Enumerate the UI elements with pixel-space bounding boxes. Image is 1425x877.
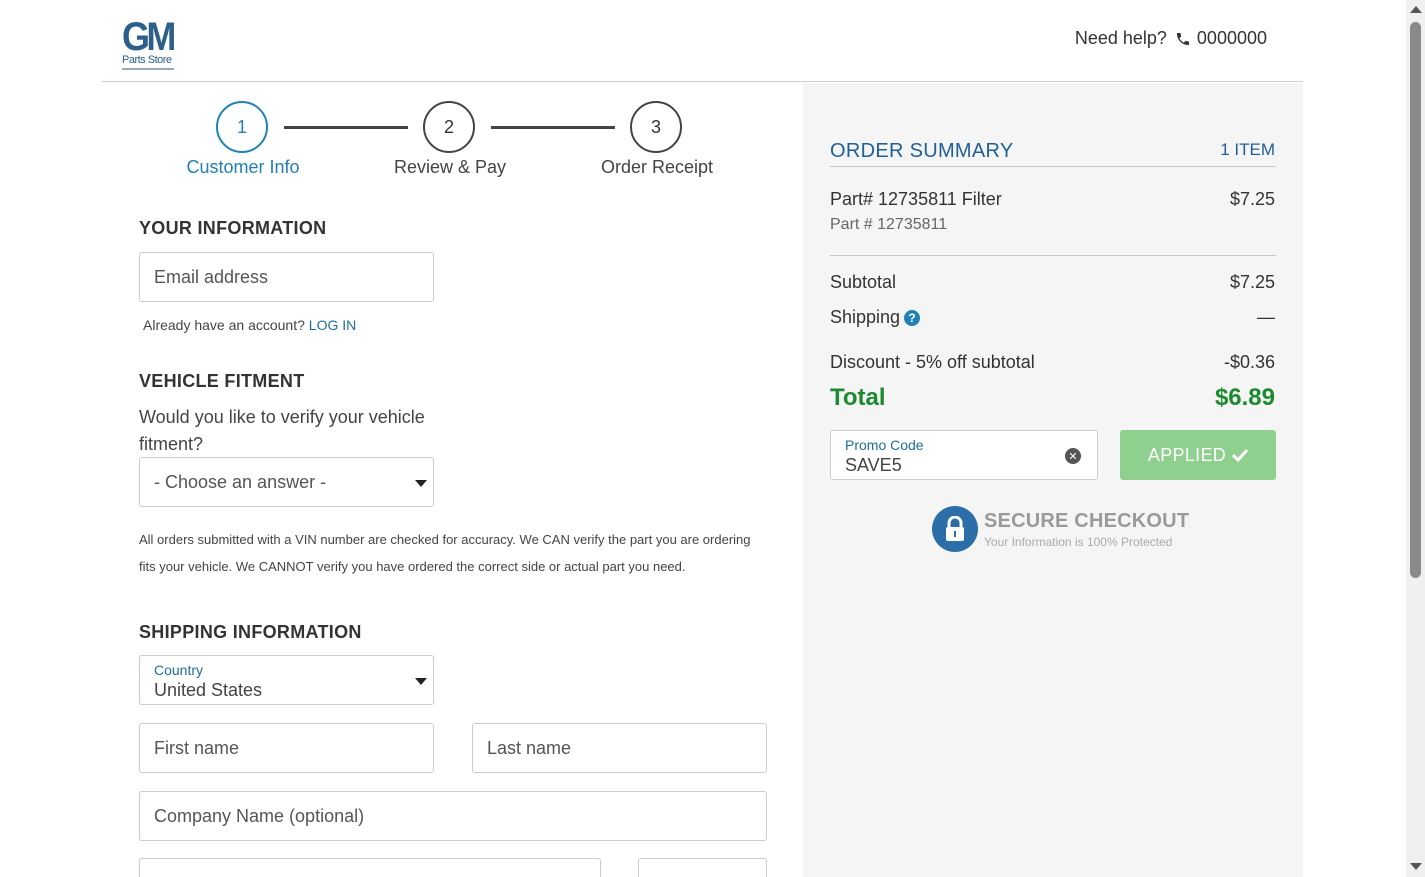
item-count[interactable]: 1 ITEM	[1220, 140, 1275, 160]
subtotal-label: Subtotal	[830, 272, 897, 292]
promo-code-value: SAVE5	[845, 455, 902, 475]
first-name-placeholder: First name	[154, 738, 240, 758]
step-connector	[491, 126, 615, 129]
login-link[interactable]: LOG IN	[309, 317, 356, 333]
phone-number: 0000000	[1196, 28, 1267, 48]
fitment-question: Would you like to verify your vehicle fi…	[139, 407, 425, 454]
vin-note: All orders submitted with a VIN number a…	[139, 532, 751, 574]
promo-code-field[interactable]: Promo Code SAVE5 ✕	[830, 430, 1098, 480]
company-name-field[interactable]: Company Name (optional)	[139, 791, 767, 841]
phone-icon	[1176, 32, 1189, 45]
scrollbar-thumb[interactable]	[1410, 22, 1421, 578]
item-part-number: Part # 12735811	[830, 216, 948, 233]
scroll-up-icon[interactable]	[1410, 6, 1422, 13]
vehicle-fitment-heading: VEHICLE FITMENT	[139, 371, 305, 391]
step-1-label: Customer Info	[186, 157, 300, 177]
gm-parts-store-logo[interactable]: GM Parts Store	[122, 17, 182, 73]
step-1-circle: 1	[216, 101, 268, 153]
company-name-placeholder: Company Name (optional)	[154, 806, 365, 826]
step-3-circle: 3	[630, 101, 682, 153]
item-name: Part# 12735811 Filter	[830, 189, 1002, 209]
secure-checkout-badge: SECURE CHECKOUT Your Information is 100%…	[932, 506, 1189, 552]
account-prompt-text: Already have an account?	[143, 317, 305, 333]
discount-label: Discount - 5% off subtotal	[830, 352, 1035, 372]
step-2-label: Review & Pay	[393, 157, 507, 177]
promo-code-label: Promo Code	[845, 437, 924, 453]
chevron-down-icon	[415, 480, 427, 487]
subtotal-value: $7.25	[1229, 272, 1275, 292]
step-2-circle: 2	[423, 101, 475, 153]
secure-checkout-subtitle: Your Information is 100% Protected	[984, 534, 1173, 549]
shipping-row: Shipping?	[830, 307, 921, 328]
fitment-select-value: - Choose an answer -	[154, 472, 327, 492]
shipping-value: —	[1257, 307, 1275, 327]
step-connector	[284, 126, 408, 129]
lock-icon	[932, 506, 978, 552]
secure-checkout-title: SECURE CHECKOUT	[984, 509, 1190, 532]
address-line-2-field[interactable]	[638, 858, 767, 877]
step-3-label: Order Receipt	[600, 157, 714, 177]
help-icon[interactable]: ?	[904, 310, 921, 326]
your-information-heading: YOUR INFORMATION	[139, 218, 327, 238]
account-prompt: Already have an account? LOG IN	[143, 317, 356, 333]
chevron-down-icon	[415, 678, 427, 685]
country-select[interactable]: Country United States	[139, 655, 434, 705]
logo-tagline	[122, 68, 174, 70]
email-field[interactable]: Email address	[139, 252, 434, 302]
country-value: United States	[154, 680, 263, 700]
applied-label: APPLIED	[1147, 444, 1227, 465]
first-name-field[interactable]: First name	[139, 723, 434, 773]
step-number: 3	[650, 116, 661, 137]
last-name-placeholder: Last name	[487, 738, 572, 758]
site-header: GM Parts Store Need help? 0000000	[102, 0, 1303, 82]
last-name-field[interactable]: Last name	[472, 723, 767, 773]
email-placeholder: Email address	[154, 267, 269, 287]
vertical-scrollbar[interactable]	[1406, 0, 1425, 877]
divider	[830, 255, 1276, 256]
total-value: $6.89	[1214, 384, 1275, 411]
help-contact: Need help? 0000000	[1075, 28, 1267, 49]
address-field[interactable]	[139, 858, 601, 877]
need-help-text: Need help?	[1074, 28, 1167, 48]
logo-text: GM	[122, 15, 176, 59]
step-number: 1	[236, 116, 247, 137]
shipping-information-heading: SHIPPING INFORMATION	[139, 622, 362, 642]
item-price: $7.25	[1229, 189, 1275, 209]
checkmark-icon	[1232, 448, 1249, 462]
clear-icon[interactable]: ✕	[1065, 448, 1081, 464]
fitment-select[interactable]: - Choose an answer -	[139, 457, 434, 507]
applied-button[interactable]: APPLIED	[1120, 430, 1276, 480]
country-label: Country	[154, 662, 204, 678]
phone-link[interactable]: 0000000	[1175, 28, 1267, 49]
total-label: Total	[830, 384, 886, 411]
scroll-down-icon[interactable]	[1410, 863, 1422, 870]
step-number: 2	[443, 116, 454, 137]
discount-value: -$0.36	[1223, 352, 1275, 372]
divider	[830, 166, 1276, 167]
order-summary-heading: ORDER SUMMARY	[830, 140, 1014, 162]
shipping-label: Shipping	[830, 307, 901, 327]
